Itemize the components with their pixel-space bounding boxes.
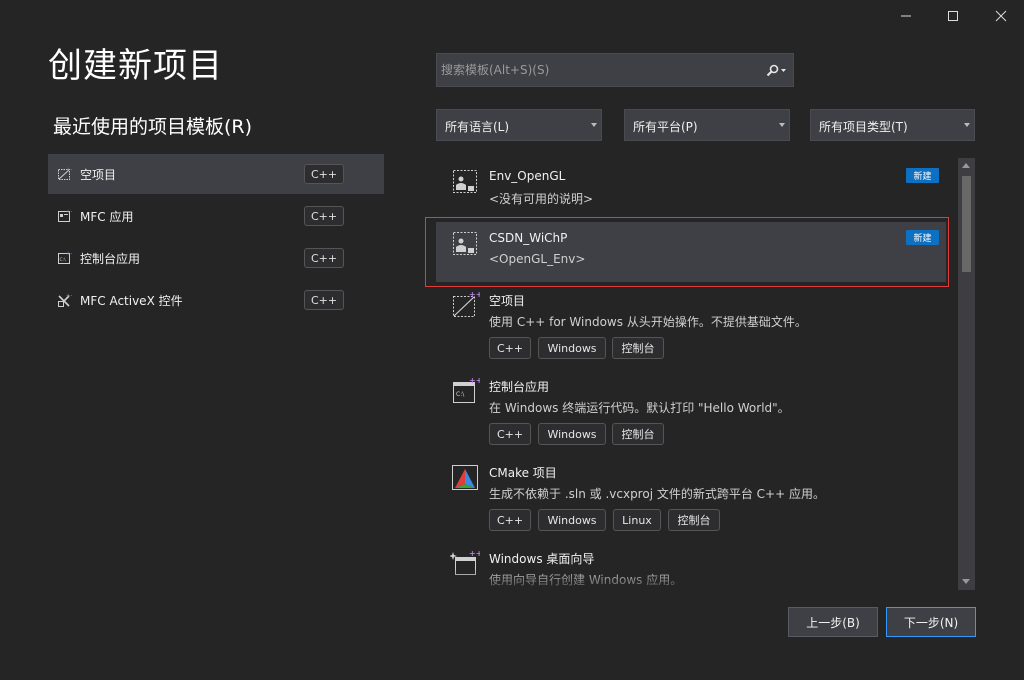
template-description: <没有可用的说明> bbox=[489, 192, 594, 206]
activex-icon: ++ bbox=[58, 293, 72, 307]
tag-console: 控制台 bbox=[612, 423, 664, 445]
svg-text:++: ++ bbox=[469, 376, 480, 385]
scroll-up-icon[interactable] bbox=[962, 163, 970, 168]
console-app-icon: C:\ ++ bbox=[453, 376, 480, 403]
recent-item-mfc-activex[interactable]: ++ MFC ActiveX 控件 C++ bbox=[48, 280, 384, 320]
template-list-scrollbar[interactable] bbox=[958, 158, 975, 590]
recent-item-label: 控制台应用 bbox=[80, 252, 141, 266]
maximize-icon bbox=[948, 11, 958, 21]
template-name: Windows 桌面向导 bbox=[489, 552, 595, 566]
chevron-down-icon bbox=[779, 123, 785, 127]
console-app-icon: C:\ ++ bbox=[58, 251, 72, 264]
recent-templates-heading: 最近使用的项目模板(R) bbox=[53, 116, 253, 138]
template-item-console-app[interactable]: C:\ ++ 控制台应用 在 Windows 终端运行代码。默认打印 "Hell… bbox=[436, 370, 946, 454]
tag-cpp: C++ bbox=[489, 423, 531, 445]
svg-text:++: ++ bbox=[66, 209, 72, 215]
desktop-wizard-icon: ++ bbox=[450, 549, 480, 575]
empty-project-icon: ++ bbox=[453, 290, 480, 317]
next-button[interactable]: 下一步(N) bbox=[886, 607, 976, 637]
language-filter-dropdown[interactable]: 所有语言(L) bbox=[436, 109, 602, 141]
platform-filter-dropdown[interactable]: 所有平台(P) bbox=[624, 109, 790, 141]
minimize-icon bbox=[901, 15, 911, 17]
mfc-app-icon: ++ bbox=[58, 209, 72, 222]
tag-cpp: C++ bbox=[489, 509, 531, 531]
template-item-empty-project[interactable]: ++ 空项目 使用 C++ for Windows 从头开始操作。不提供基础文件… bbox=[436, 284, 946, 368]
new-badge: 新建 bbox=[906, 168, 939, 183]
recent-item-label: 空项目 bbox=[80, 168, 117, 182]
maximize-button[interactable] bbox=[930, 0, 976, 32]
language-badge: C++ bbox=[304, 164, 344, 184]
tag-windows: Windows bbox=[538, 509, 606, 531]
back-button[interactable]: 上一步(B) bbox=[788, 607, 878, 637]
close-button[interactable] bbox=[978, 0, 1024, 32]
scrollbar-thumb[interactable] bbox=[962, 176, 971, 272]
tag-windows: Windows bbox=[538, 423, 606, 445]
tag-cpp: C++ bbox=[489, 337, 531, 359]
cmake-icon bbox=[452, 465, 478, 490]
template-description: 使用 C++ for Windows 从头开始操作。不提供基础文件。 bbox=[489, 315, 807, 329]
template-item-env-opengl[interactable]: Env_OpenGL <没有可用的说明> 新建 bbox=[436, 160, 946, 214]
template-name: Env_OpenGL bbox=[489, 169, 566, 183]
template-name: CMake 项目 bbox=[489, 466, 557, 480]
template-name: 空项目 bbox=[489, 294, 526, 308]
template-description: 使用向导自行创建 Windows 应用。 bbox=[489, 573, 683, 587]
close-icon bbox=[995, 10, 1007, 22]
custom-template-icon bbox=[453, 232, 477, 255]
tag-windows: Windows bbox=[538, 337, 606, 359]
svg-text:++: ++ bbox=[469, 290, 480, 299]
minimize-button[interactable] bbox=[883, 0, 929, 32]
tag-linux: Linux bbox=[613, 509, 661, 531]
tag-console: 控制台 bbox=[612, 337, 664, 359]
recent-item-label: MFC ActiveX 控件 bbox=[80, 294, 183, 308]
svg-text:++: ++ bbox=[469, 549, 480, 558]
template-name: 控制台应用 bbox=[489, 380, 550, 394]
page-title: 创建新项目 bbox=[48, 46, 223, 86]
search-input[interactable] bbox=[439, 54, 753, 86]
template-name: CSDN_WiChP bbox=[489, 231, 568, 245]
recent-item-console-app[interactable]: C:\ ++ 控制台应用 C++ bbox=[48, 238, 384, 278]
template-description: 生成不依赖于 .sln 或 .vcxproj 文件的新式跨平台 C++ 应用。 bbox=[489, 487, 825, 501]
tag-console: 控制台 bbox=[668, 509, 720, 531]
custom-template-icon bbox=[453, 170, 477, 193]
recent-item-label: MFC 应用 bbox=[80, 210, 134, 224]
language-badge: C++ bbox=[304, 206, 344, 226]
svg-text:++: ++ bbox=[66, 293, 72, 299]
template-search-box[interactable] bbox=[436, 53, 794, 87]
template-description: 在 Windows 终端运行代码。默认打印 "Hello World"。 bbox=[489, 401, 790, 415]
chevron-down-icon bbox=[591, 123, 597, 127]
platform-filter-label: 所有平台(P) bbox=[633, 120, 698, 134]
recent-item-empty-project[interactable]: ++ 空项目 C++ bbox=[48, 154, 384, 194]
empty-project-icon: ++ bbox=[58, 167, 72, 180]
new-badge: 新建 bbox=[906, 230, 939, 245]
language-badge: C++ bbox=[304, 290, 344, 310]
template-item-cmake-project[interactable]: CMake 项目 生成不依赖于 .sln 或 .vcxproj 文件的新式跨平台… bbox=[436, 456, 946, 540]
project-type-filter-dropdown[interactable]: 所有项目类型(T) bbox=[810, 109, 975, 141]
svg-text:C:\: C:\ bbox=[456, 391, 465, 398]
svg-text:++: ++ bbox=[66, 167, 72, 173]
scroll-down-icon[interactable] bbox=[962, 579, 970, 584]
search-icon[interactable] bbox=[765, 64, 789, 78]
project-type-filter-label: 所有项目类型(T) bbox=[819, 120, 908, 134]
template-item-csdn-wichp[interactable]: CSDN_WiChP <OpenGL_Env> 新建 bbox=[436, 222, 946, 282]
language-badge: C++ bbox=[304, 248, 344, 268]
template-description: <OpenGL_Env> bbox=[489, 252, 586, 266]
recent-item-mfc-app[interactable]: ++ MFC 应用 C++ bbox=[48, 196, 384, 236]
svg-text:C:\: C:\ bbox=[60, 257, 67, 263]
svg-text:++: ++ bbox=[66, 251, 72, 257]
chevron-down-icon bbox=[964, 123, 970, 127]
language-filter-label: 所有语言(L) bbox=[445, 120, 510, 134]
template-item-windows-desktop-wizard[interactable]: ++ Windows 桌面向导 使用向导自行创建 Windows 应用。 bbox=[436, 542, 946, 590]
